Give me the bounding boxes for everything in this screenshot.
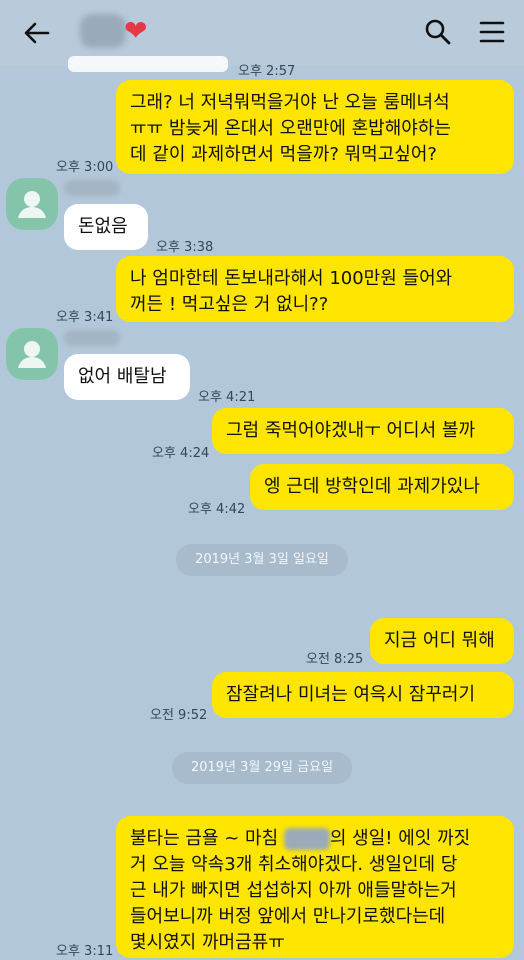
sender-name	[64, 180, 120, 196]
profile-avatar-icon[interactable]	[6, 178, 58, 230]
my-message-bubble[interactable]: 엥 근데 방학인데 과제가있나	[250, 464, 514, 510]
blurred-name	[283, 828, 330, 850]
chat-partner-name[interactable]	[80, 14, 126, 48]
date-divider: 2019년 3월 29일 금요일	[172, 752, 352, 784]
message-text-part: 불타는 금욜 ~ 마침	[130, 828, 284, 849]
sender-name	[64, 330, 120, 346]
partner-message-bubble[interactable]: 없어 배탈남	[64, 354, 190, 400]
menu-icon[interactable]	[478, 18, 506, 46]
my-message-bubble[interactable]: 그래? 너 저녁뭐먹을거야 난 오늘 룸메녀석 ㅠㅠ 밤늦게 온대서 오랜만에 …	[116, 80, 514, 174]
message-time: 오후 3:11	[56, 944, 114, 959]
my-message-bubble[interactable]: 그럼 죽먹어야겠내ㅜ 어디서 볼까	[212, 408, 514, 454]
my-message-bubble[interactable]: 지금 어디 뭐해	[370, 618, 514, 664]
date-divider: 2019년 3월 3일 일요일	[176, 544, 348, 576]
message-time: 오후 3:00	[56, 160, 114, 175]
my-message-bubble[interactable]: 잠잘려나 미녀는 여윽시 잠꾸러기	[212, 672, 514, 718]
search-icon[interactable]	[424, 18, 452, 46]
message-time: 오후 2:57	[238, 64, 296, 79]
message-time: 오후 3:38	[156, 240, 214, 255]
heart-icon: ❤	[124, 14, 148, 47]
message-time: 오후 4:24	[152, 446, 210, 461]
partner-message-bubble[interactable]: 돈없음	[64, 204, 148, 250]
message-time: 오후 4:42	[188, 502, 246, 517]
message-time: 오후 4:21	[198, 390, 256, 405]
message-time: 오전 8:25	[306, 652, 364, 667]
message-time: 오후 3:41	[56, 310, 114, 325]
my-message-bubble[interactable]: 불타는 금욜 ~ 마침 의 생일! 에잇 까짓 거 오늘 약속3개 취소해야겠다…	[116, 816, 514, 958]
my-message-bubble[interactable]: 나 엄마한테 돈보내라해서 100만원 들어와 꺼든 ! 먹고싶은 거 없니??	[116, 256, 514, 322]
profile-avatar-icon[interactable]	[6, 328, 58, 380]
message-time: 오전 9:52	[150, 708, 208, 723]
back-arrow-icon[interactable]	[22, 18, 52, 48]
previous-message-partial	[68, 56, 228, 72]
